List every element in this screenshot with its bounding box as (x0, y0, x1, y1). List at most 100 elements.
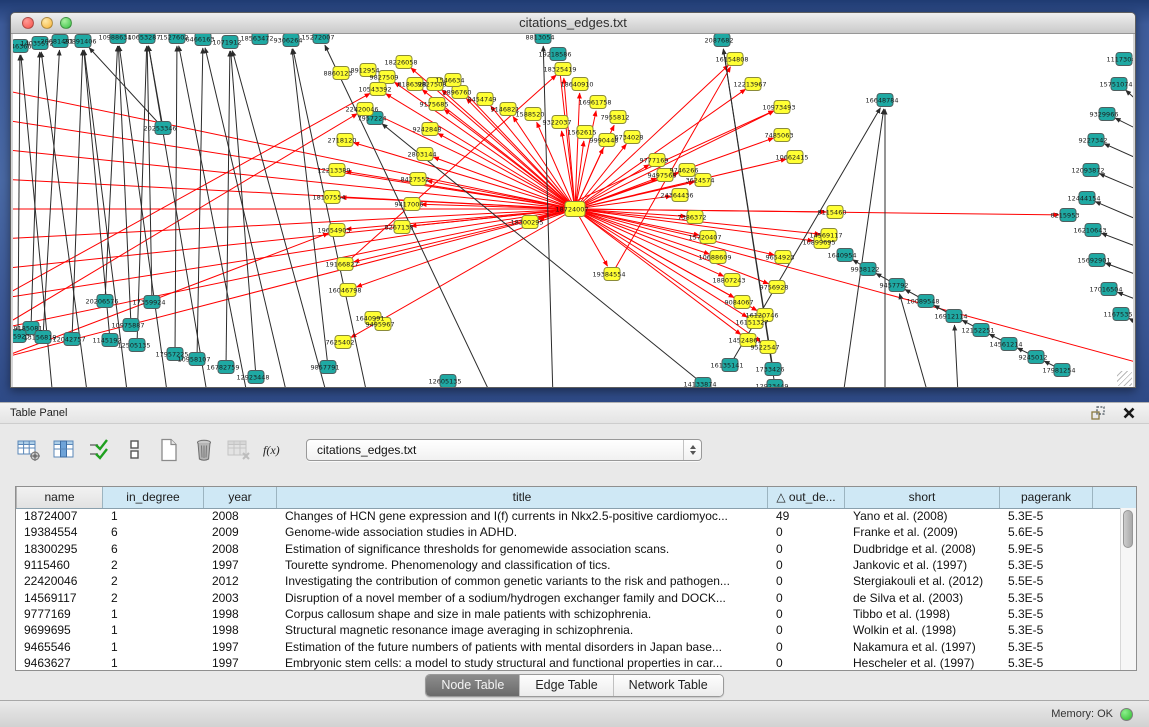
column-header-year[interactable]: year (204, 487, 277, 508)
scrollbar-thumb[interactable] (1123, 510, 1133, 548)
graph-node-label: 9146821 (491, 105, 520, 113)
table-cell: 5.3E-5 (1000, 558, 1093, 572)
table-row[interactable]: 911546021997Tourette syndrome. Phenomeno… (16, 557, 1121, 573)
status-bar: Memory: OK (0, 700, 1149, 727)
graph-node-label: 15720407 (688, 233, 721, 241)
table-cell: 5.5E-5 (1000, 574, 1093, 588)
table-cell: 1998 (204, 607, 277, 621)
graph-node-label: 15272007 (301, 34, 334, 41)
graph-edge[interactable] (1105, 263, 1133, 277)
graph-edge[interactable] (13, 209, 575, 299)
graph-edge[interactable] (179, 46, 248, 387)
graph-edge[interactable] (1117, 292, 1133, 302)
graph-edge[interactable] (1126, 90, 1133, 106)
graph-node-label: 12213389 (317, 166, 350, 174)
graph-node-label: 18226058 (384, 58, 417, 66)
graph-edge[interactable] (575, 209, 1133, 364)
graph-edge[interactable] (13, 114, 357, 329)
table-row[interactable]: 2242004622012Investigating the contribut… (16, 573, 1121, 589)
window-resize-grip[interactable] (1117, 371, 1132, 386)
graph-edge[interactable] (843, 109, 884, 387)
graph-node-label: 2087682 (705, 36, 734, 44)
graph-node-label: 1562615 (568, 128, 597, 136)
column-header-short[interactable]: short (845, 487, 1000, 508)
table-cell: 1997 (204, 656, 277, 670)
minimize-window-button[interactable] (41, 17, 53, 29)
column-header-title[interactable]: title (277, 487, 768, 508)
graph-edge[interactable] (205, 48, 288, 387)
column-header-out_de[interactable]: △ out_de... (768, 487, 845, 508)
show-columns-icon[interactable] (49, 436, 79, 463)
graph-edge[interactable] (1101, 233, 1133, 249)
table-settings-icon[interactable] (14, 436, 44, 463)
graph-node-label: 9457792 (880, 281, 909, 289)
table-selector-dropdown[interactable]: citations_edges.txt (306, 439, 702, 461)
table-cell: Investigating the contribution of common… (277, 574, 768, 588)
graph-node-label: 14133874 (683, 380, 716, 387)
graph-edge[interactable] (1095, 202, 1133, 222)
graph-edge[interactable] (1099, 174, 1133, 192)
graph-node-label: 12093872 (1071, 166, 1104, 174)
graph-node-label: 22420046 (345, 105, 378, 113)
window-titlebar[interactable]: citations_edges.txt (11, 13, 1135, 34)
graph-edge[interactable] (373, 113, 575, 209)
graph-edge[interactable] (293, 49, 368, 387)
graph-node-label: 9242848 (413, 125, 442, 133)
zoom-window-button[interactable] (60, 17, 72, 29)
table-cell: 0 (768, 574, 845, 588)
table-vertical-scrollbar[interactable] (1120, 508, 1136, 670)
table-row[interactable]: 946554611997Estimation of the future num… (16, 638, 1121, 654)
graph-node-label: 17359924 (132, 298, 165, 306)
graph-edge[interactable] (1115, 118, 1133, 132)
graph-node-label: 8912954 (351, 66, 380, 74)
graph-node-label: 20891406 (63, 37, 96, 45)
table-row[interactable]: 977716911998Corpus callosum shape and si… (16, 606, 1121, 622)
network-canvas[interactable]: 9846366140355722068148120891406109886341… (13, 34, 1133, 387)
column-header-pagerank[interactable]: pagerank (1000, 487, 1093, 508)
table-cell: 2008 (204, 509, 277, 523)
graph-node-label: 12923448 (236, 373, 269, 381)
graph-node-label: 1588520 (516, 110, 545, 118)
column-header-name[interactable]: name (16, 487, 103, 508)
table-row[interactable]: 1456911722003Disruption of a novel membe… (16, 589, 1121, 605)
graph-edge[interactable] (292, 49, 328, 367)
graph-node-label: 10899695 (802, 238, 835, 246)
table-row[interactable]: 1872400712008Changes of HCN gene express… (16, 508, 1121, 524)
function-builder-icon[interactable]: f(x) (259, 436, 289, 463)
graph-edge[interactable] (13, 209, 575, 239)
graph-node-label: 16151327 (735, 318, 768, 326)
tab-network-table[interactable]: Network Table (613, 675, 723, 696)
float-panel-icon[interactable] (1089, 405, 1109, 421)
table-row[interactable]: 1830029562008Estimation of significance … (16, 541, 1121, 557)
column-header-in_degree[interactable]: in_degree (103, 487, 204, 508)
graph-edge[interactable] (954, 325, 958, 387)
graph-node-label: 14561214 (989, 340, 1022, 348)
graph-node-label: 16154808 (715, 55, 748, 63)
graph-edge[interactable] (1129, 318, 1133, 326)
create-table-icon[interactable] (154, 436, 184, 463)
delete-table-disabled-icon (224, 436, 254, 463)
row-height-icon[interactable] (119, 436, 149, 463)
tab-node-table[interactable]: Node Table (426, 675, 519, 696)
graph-edge[interactable] (1104, 144, 1133, 161)
network-svg: 9846366140355722068148120891406109886341… (13, 34, 1133, 387)
table-row[interactable]: 969969511998Structural magnetic resonanc… (16, 622, 1121, 638)
close-panel-icon[interactable] (1119, 405, 1139, 421)
cytoscape-desktop: citations_edges.txt 98463661403557220681… (0, 0, 1149, 402)
graph-edge[interactable] (31, 52, 40, 328)
graph-edge[interactable] (148, 46, 208, 387)
table-cell: 5.6E-5 (1000, 525, 1093, 539)
tab-edge-table[interactable]: Edge Table (519, 675, 612, 696)
close-window-button[interactable] (22, 17, 34, 29)
table-row[interactable]: 946362711997Embryonic stem cells: a mode… (16, 655, 1121, 670)
selection-mode-icon[interactable] (84, 436, 114, 463)
graph-edge[interactable] (18, 55, 20, 336)
graph-node-label: 7386372 (678, 213, 707, 221)
graph-edge[interactable] (513, 116, 575, 209)
graph-node-label: 18107554 (312, 193, 345, 201)
delete-columns-trash-icon[interactable] (189, 436, 219, 463)
table-cell: 14569117 (16, 591, 103, 605)
graph-edge[interactable] (232, 51, 328, 387)
table-row[interactable]: 1938455462009Genome-wide association stu… (16, 524, 1121, 540)
graph-edge[interactable] (197, 48, 203, 359)
